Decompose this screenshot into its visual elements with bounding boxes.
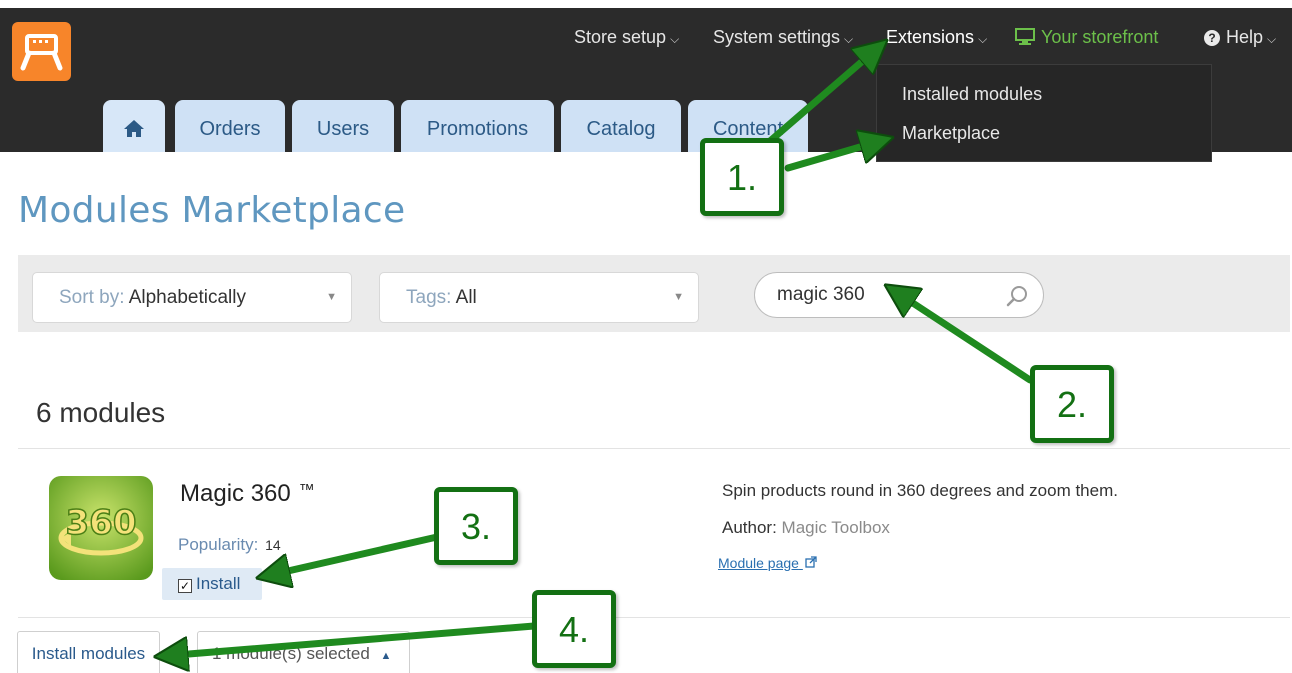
annotation-arrows [0, 0, 1034, 673]
step-3-label: 3. [434, 487, 518, 565]
step-4-label: 4. [532, 590, 616, 668]
step-1-label: 1. [700, 138, 784, 216]
arrow-4 [164, 622, 538, 656]
step-2-label: 2. [1030, 365, 1114, 443]
arrow-1b [784, 140, 884, 172]
arrow-2 [893, 290, 1034, 384]
arrow-3 [266, 533, 441, 576]
arrow-1a [758, 46, 880, 152]
